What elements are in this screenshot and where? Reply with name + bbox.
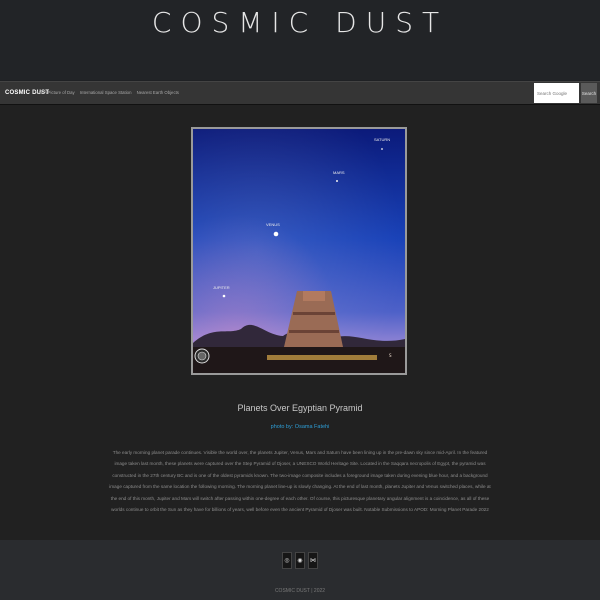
site-title: COSMIC DUST xyxy=(151,6,449,39)
label-mars: MARS xyxy=(333,170,345,175)
apod-image: S SATURN MARS VENUS JUPITER xyxy=(191,127,407,375)
copyright: COSMIC DUST | 2022 xyxy=(274,588,326,594)
apod-image-art: S SATURN MARS VENUS JUPITER xyxy=(193,129,405,373)
site-header: COSMIC DUST xyxy=(0,0,600,80)
nav-links: NASA Picture of Day International Space … xyxy=(35,90,183,95)
photo-credit-link[interactable]: photo by: Osama Fatehi xyxy=(0,424,600,430)
search-button[interactable]: Search xyxy=(581,83,597,103)
label-jupiter: JUPITER xyxy=(213,285,230,290)
label-saturn: SATURN xyxy=(374,137,390,142)
photo-title: Planets Over Egyptian Pyramid xyxy=(237,403,363,413)
search-input[interactable] xyxy=(534,83,579,103)
nav-link-nearest-earth-objects[interactable]: Nearest Earth Objects xyxy=(137,90,179,95)
label-venus: VENUS xyxy=(266,222,280,227)
medium-icon[interactable]: ⋈ xyxy=(308,552,318,569)
photo-explanation: The early morning planet parade continue… xyxy=(109,450,491,513)
navbar: COSMIC DUST NASA Picture of Day Internat… xyxy=(0,81,600,105)
nav-link-space-station[interactable]: International Space Station xyxy=(80,90,132,95)
nav-link-nasa-picture[interactable]: NASA Picture of Day xyxy=(35,90,75,95)
globe-icon[interactable]: ◉ xyxy=(295,552,305,569)
instagram-icon[interactable]: ◎ xyxy=(282,552,292,569)
